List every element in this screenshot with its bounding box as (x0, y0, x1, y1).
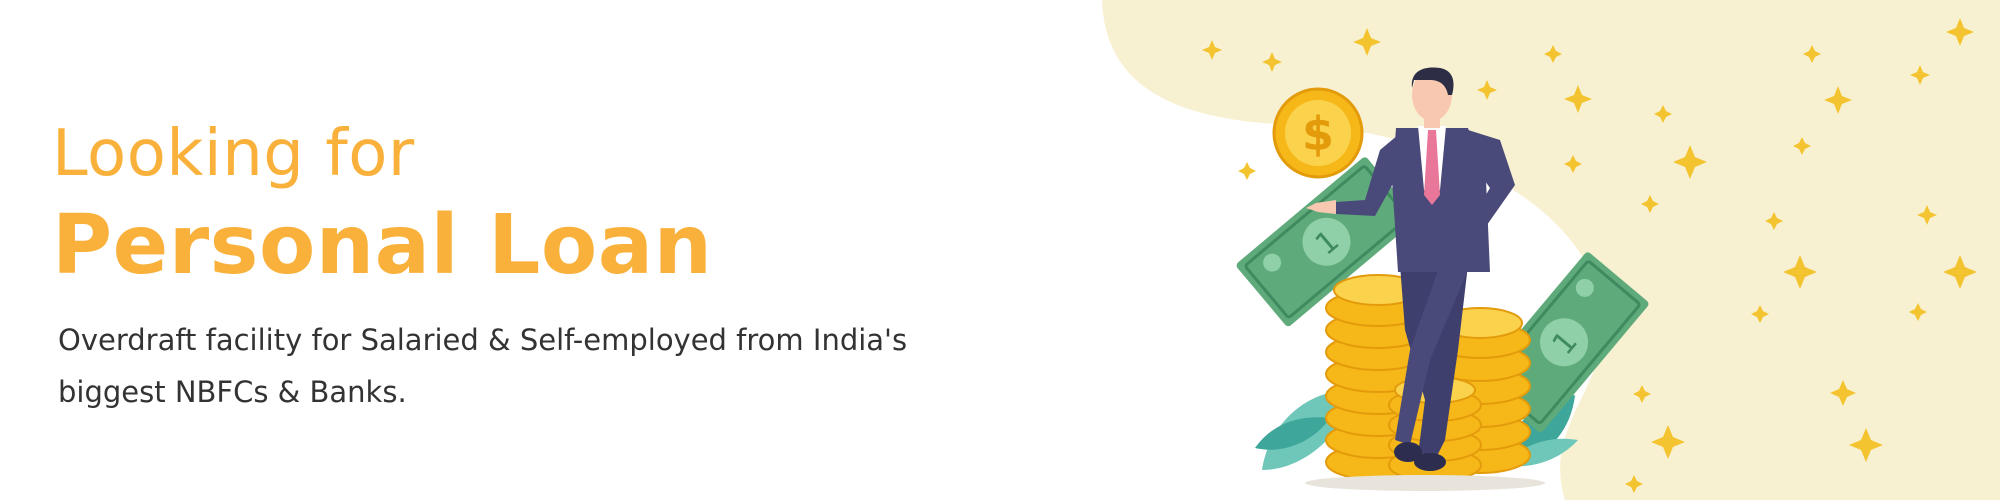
banner-subtitle: Overdraft facility for Salaried & Self-e… (58, 323, 908, 409)
headline-personal-loan: Personal Loan (52, 198, 713, 293)
sparkle (1238, 162, 1256, 180)
banner-text: Looking for Personal Loan Overdraft faci… (52, 112, 1092, 418)
svg-text:$: $ (1302, 107, 1334, 161)
loan-banner: 1 1 $ Looking for Personal Loan Overdraf… (0, 0, 2000, 500)
dollar-coin-icon: $ (1272, 87, 1364, 179)
shoe (1414, 453, 1446, 471)
headline-looking-for: Looking for (52, 117, 415, 191)
ground-shadow (1305, 475, 1545, 491)
